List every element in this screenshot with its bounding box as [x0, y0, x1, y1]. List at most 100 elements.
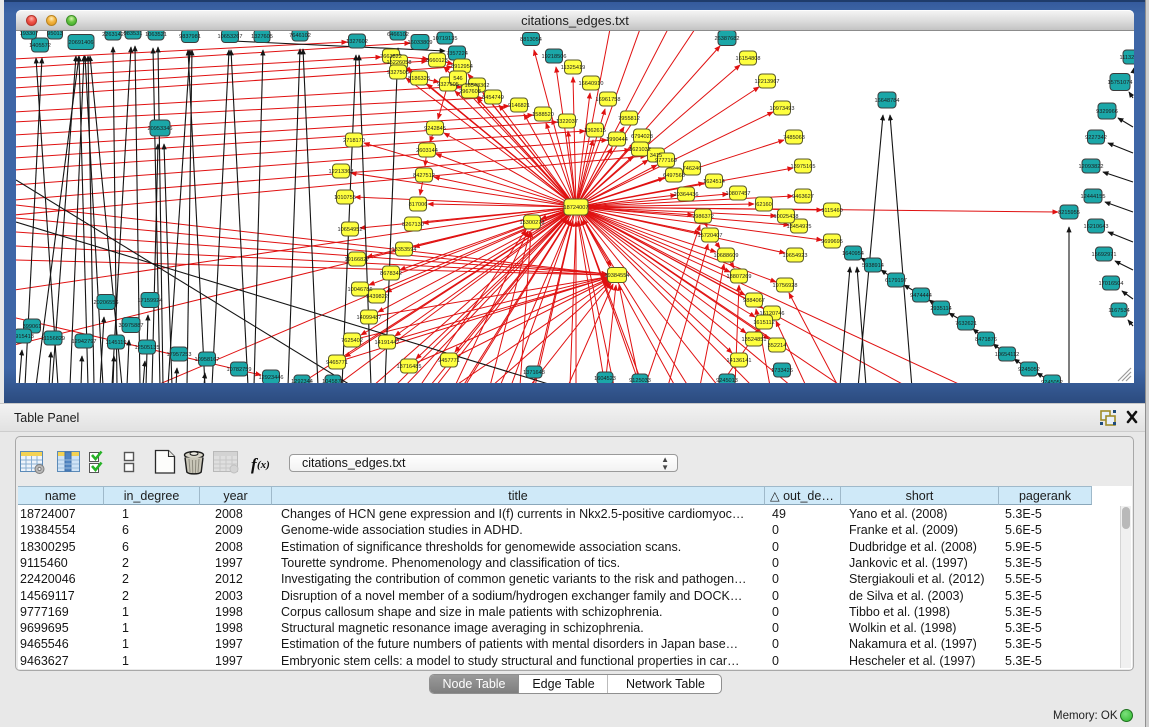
svg-text:9777169: 9777169 — [655, 158, 677, 164]
svg-text:1621032: 1621032 — [629, 147, 651, 153]
svg-text:5938914: 5938914 — [862, 263, 884, 269]
svg-text:8215955: 8215955 — [1058, 210, 1080, 216]
svg-text:12505135: 12505135 — [135, 345, 160, 351]
svg-text:9242845: 9242845 — [424, 126, 446, 132]
svg-text:9474444: 9474444 — [910, 293, 932, 299]
svg-text:19756928: 19756928 — [773, 283, 798, 289]
svg-text:1113254: 1113254 — [1120, 55, 1134, 61]
svg-text:18807269: 18807269 — [727, 274, 752, 280]
svg-text:9884067: 9884067 — [743, 298, 765, 304]
svg-text:2967608: 2967608 — [459, 89, 481, 95]
svg-text:9457771: 9457771 — [438, 358, 460, 364]
svg-text:9465771: 9465771 — [326, 360, 348, 366]
svg-text:9125033: 9125033 — [629, 378, 651, 383]
svg-text:1640954: 1640954 — [842, 251, 864, 257]
svg-text:19384554: 19384554 — [605, 273, 630, 279]
svg-text:1990444: 1990444 — [606, 137, 628, 143]
svg-text:1292344: 1292344 — [291, 379, 313, 383]
svg-text:13454975: 13454975 — [787, 224, 812, 230]
svg-text:1615112: 1615112 — [753, 320, 774, 326]
svg-text:1405572: 1405572 — [29, 43, 51, 49]
svg-text:10973493: 10973493 — [770, 106, 795, 112]
svg-text:10046786: 10046786 — [348, 287, 373, 293]
svg-text:13716485: 13716485 — [397, 364, 422, 370]
svg-text:16961758: 16961758 — [596, 97, 621, 103]
svg-text:7986372: 7986372 — [692, 214, 714, 220]
svg-text:1588520: 1588520 — [532, 112, 554, 118]
svg-text:19218506: 19218506 — [542, 54, 567, 60]
svg-text:13353594: 13353594 — [392, 247, 417, 253]
svg-text:12942797: 12942797 — [72, 339, 97, 345]
svg-text:8912954: 8912954 — [451, 64, 473, 70]
svg-text:8678342: 8678342 — [380, 271, 402, 277]
svg-text:14136141: 14136141 — [727, 358, 752, 364]
svg-text:14191447: 14191447 — [375, 340, 400, 346]
svg-text:7955812: 7955812 — [618, 116, 640, 122]
svg-text:16154808: 16154808 — [736, 56, 761, 62]
svg-text:10654112: 10654112 — [995, 352, 1019, 358]
svg-text:399061: 399061 — [23, 324, 42, 330]
svg-text:10719135: 10719135 — [433, 36, 458, 42]
svg-text:6497568: 6497568 — [663, 173, 685, 179]
svg-text:8471876: 8471876 — [975, 337, 997, 343]
svg-text:2935114: 2935114 — [930, 306, 951, 312]
svg-text:9439822: 9439822 — [366, 294, 388, 300]
svg-text:9245052: 9245052 — [1041, 380, 1063, 383]
svg-text:9329966: 9329966 — [1096, 109, 1118, 115]
svg-text:352214: 352214 — [768, 343, 787, 349]
svg-text:7646102: 7646102 — [289, 33, 311, 39]
svg-text:7625402: 7625402 — [341, 338, 363, 344]
svg-text:6466102: 6466102 — [387, 32, 409, 38]
svg-text:7485063: 7485063 — [783, 135, 805, 141]
svg-text:15226058: 15226058 — [387, 60, 412, 66]
svg-text:16648784: 16648784 — [875, 98, 900, 104]
svg-text:20364436: 20364436 — [674, 192, 699, 198]
svg-text:2603144: 2603144 — [416, 148, 438, 154]
svg-text:12213967: 12213967 — [755, 79, 780, 85]
svg-text:30975887: 30975887 — [119, 323, 144, 329]
svg-text:11156829: 11156829 — [41, 336, 65, 342]
svg-text:15692971: 15692971 — [1092, 252, 1117, 258]
svg-text:10782759: 10782759 — [227, 367, 252, 373]
svg-text:9245052: 9245052 — [1018, 367, 1040, 373]
svg-text:1624514: 1624514 — [703, 179, 725, 185]
svg-text:20691406: 20691406 — [69, 40, 94, 46]
svg-text:9227342: 9227342 — [1085, 135, 1107, 141]
svg-text:16640910: 16640910 — [579, 81, 604, 87]
svg-text:20206556: 20206556 — [94, 300, 119, 306]
svg-text:8454749: 8454749 — [482, 95, 504, 101]
svg-text:9327505: 9327505 — [387, 70, 409, 76]
svg-text:18724007: 18724007 — [564, 205, 589, 211]
svg-text:12444155: 12444155 — [1081, 194, 1106, 200]
svg-text:1733426: 1733426 — [771, 368, 793, 374]
svg-text:13975165: 13975165 — [791, 164, 816, 170]
svg-text:19166827: 19166827 — [345, 257, 370, 263]
svg-text:15751074: 15751074 — [1108, 80, 1133, 86]
svg-text:14099487: 14099487 — [357, 315, 382, 321]
svg-text:20953346: 20953346 — [148, 126, 173, 132]
svg-text:11325419: 11325419 — [561, 65, 585, 71]
svg-text:9245013: 9245013 — [716, 378, 738, 383]
svg-text:17159924: 17159924 — [138, 298, 163, 304]
svg-text:12093822: 12093822 — [1079, 164, 1104, 170]
svg-text:9837981: 9837981 — [179, 34, 201, 40]
svg-text:1167534: 1167534 — [1108, 308, 1129, 314]
svg-text:16210643: 16210643 — [1084, 224, 1109, 230]
svg-text:7632621: 7632621 — [955, 321, 977, 327]
svg-text:(x): (x) — [257, 459, 270, 471]
svg-text:1063521: 1063521 — [145, 32, 167, 38]
svg-text:10653267: 10653267 — [218, 34, 243, 40]
svg-text:1010755: 1010755 — [334, 195, 356, 201]
svg-text:15720407: 15720407 — [698, 233, 723, 239]
svg-text:1045876: 1045876 — [322, 379, 344, 383]
svg-text:983531: 983531 — [124, 31, 143, 37]
svg-text:15300273: 15300273 — [520, 220, 545, 226]
svg-text:1327605: 1327605 — [251, 34, 273, 40]
svg-text:3915413: 3915413 — [16, 334, 34, 340]
svg-text:16033809: 16033809 — [408, 40, 433, 46]
svg-text:8660123: 8660123 — [426, 58, 448, 64]
svg-text:9699695: 9699695 — [821, 239, 843, 245]
svg-text:8427512: 8427512 — [413, 173, 435, 179]
svg-text:12213363: 12213363 — [329, 169, 354, 175]
svg-text:2263142: 2263142 — [102, 32, 124, 38]
